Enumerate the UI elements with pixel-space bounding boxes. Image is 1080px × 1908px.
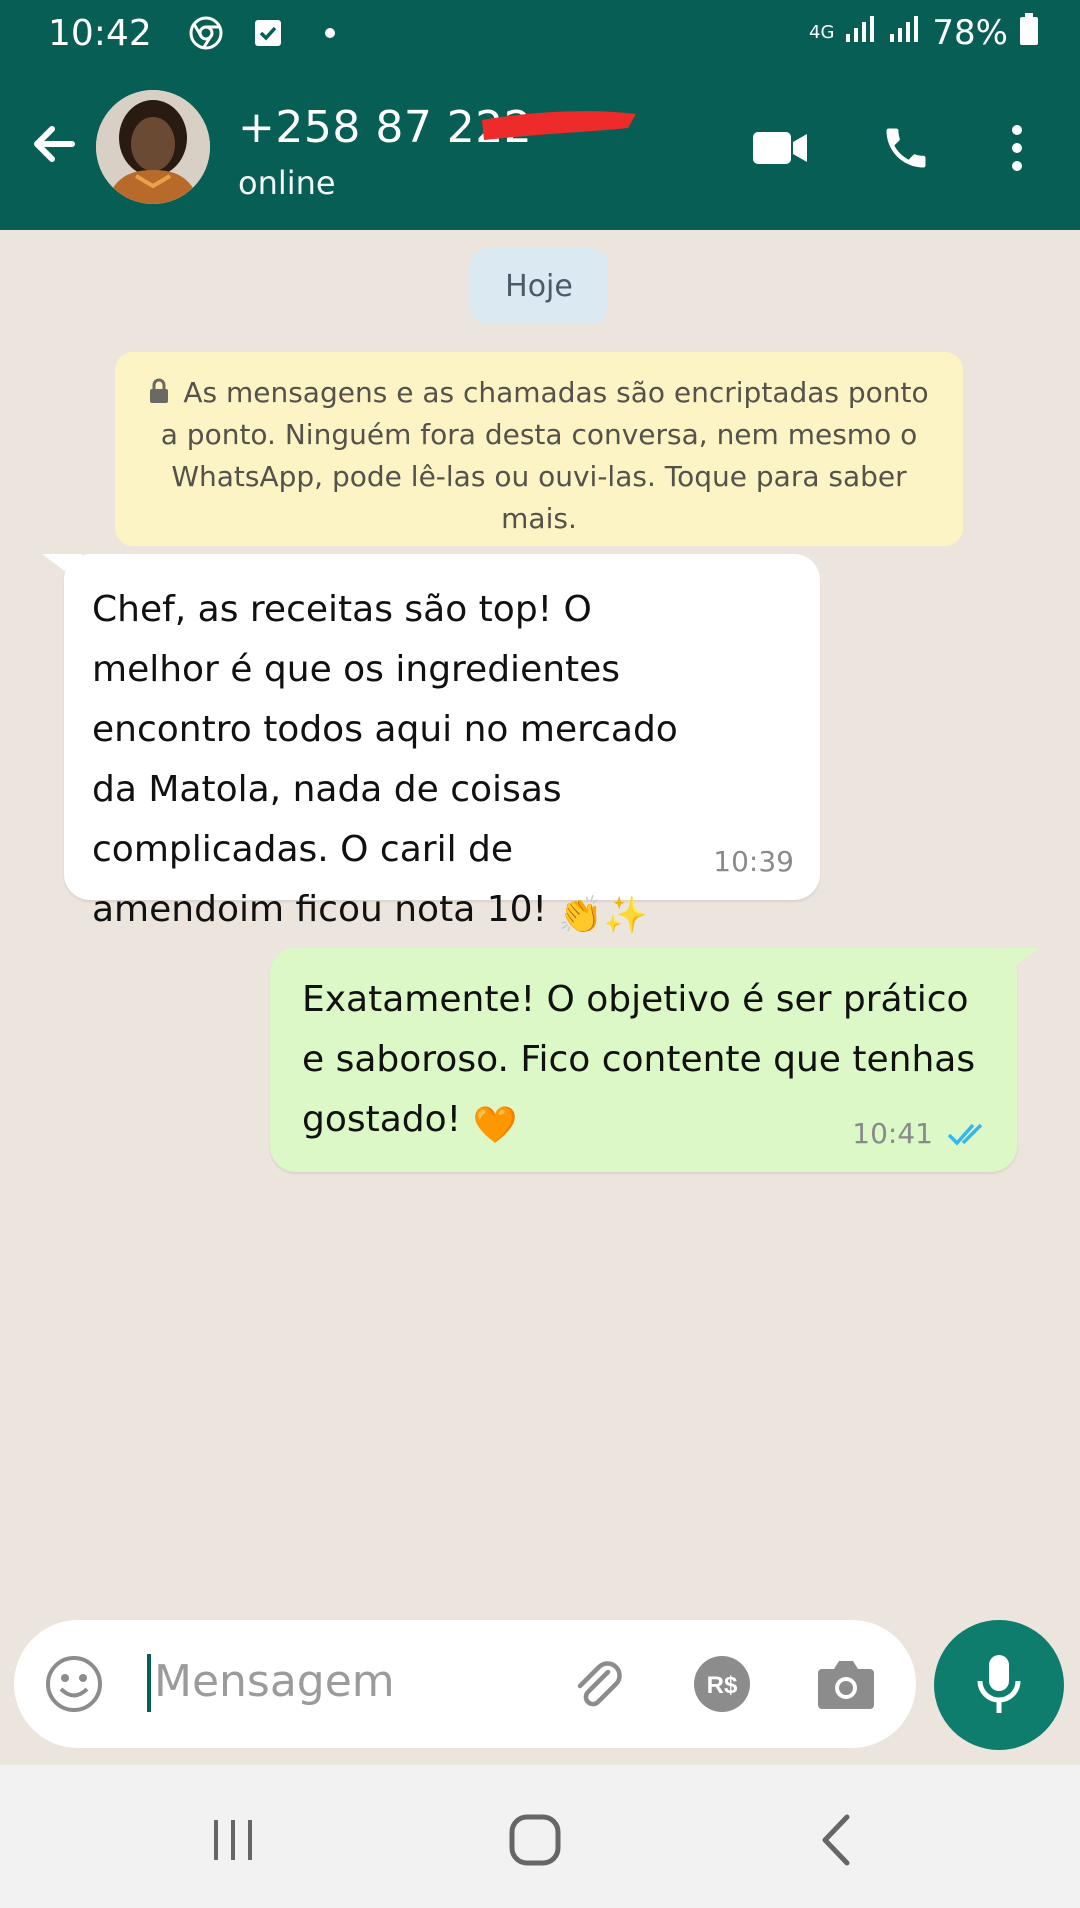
battery-icon [1018, 12, 1040, 55]
chat-area[interactable]: Hoje As mensagens e as chamadas são encr… [0, 230, 1080, 1765]
signal-icon-2 [888, 13, 922, 53]
redaction-scribble [482, 111, 636, 140]
phone-icon [886, 128, 926, 168]
home-button[interactable] [500, 1805, 570, 1875]
home-icon [509, 1814, 561, 1866]
message-meta: 10:39 [713, 845, 794, 878]
back-button[interactable] [26, 116, 82, 172]
voice-call-button[interactable] [874, 116, 938, 180]
system-nav-bar [0, 1765, 1080, 1908]
message-text: Chef, as receitas são top! O melhor é qu… [92, 589, 678, 930]
message-time: 10:41 [852, 1117, 933, 1150]
message-time: 10:39 [713, 845, 794, 878]
encryption-notice[interactable]: As mensagens e as chamadas são encriptad… [115, 352, 963, 546]
back-arrow-icon [34, 126, 75, 162]
outgoing-message[interactable]: Exatamente! O objetivo é ser prático e s… [270, 948, 1039, 1172]
camera-button[interactable] [814, 1652, 878, 1716]
emoji-button[interactable] [42, 1652, 106, 1716]
contact-status: online [238, 164, 336, 202]
status-time: 10:42 [48, 12, 152, 54]
camera-icon [818, 1661, 874, 1709]
message-text: Exatamente! O objetivo é ser prático e s… [302, 979, 976, 1140]
message-composer: Mensagem R$ [14, 1620, 916, 1748]
chrome-icon [188, 15, 224, 51]
contact-avatar[interactable] [96, 90, 210, 204]
bubble-tail [999, 948, 1039, 978]
microphone-icon [977, 1655, 1021, 1713]
date-chip: Hoje [470, 248, 608, 324]
text-caret [147, 1654, 151, 1712]
bubble-tail [42, 554, 82, 584]
lock-icon [150, 378, 169, 403]
chevron-left-icon [822, 1814, 850, 1866]
encryption-notice-text: As mensagens e as chamadas são encriptad… [160, 376, 929, 535]
video-camera-icon [753, 132, 807, 164]
system-back-button[interactable] [802, 1805, 872, 1875]
voice-record-button[interactable] [934, 1620, 1064, 1750]
message-meta: 10:41 [852, 1117, 991, 1150]
svg-text:R$: R$ [707, 1672, 738, 1699]
attach-button[interactable] [566, 1652, 630, 1716]
recent-apps-icon [214, 1820, 252, 1860]
signal-icon [844, 13, 878, 53]
network-type-icon: 4G [809, 22, 835, 43]
message-emoji: 👏✨ [558, 895, 649, 936]
message-input[interactable]: Mensagem [154, 1656, 395, 1707]
video-call-button[interactable] [748, 116, 812, 180]
chat-header: +258 87 222 online [0, 66, 1080, 230]
battery-percent: 78% [932, 13, 1008, 53]
dot-icon [312, 15, 348, 51]
more-options-button[interactable] [985, 116, 1049, 180]
more-vert-icon [1012, 125, 1022, 171]
message-text-wrap: Chef, as receitas são top! O melhor é qu… [92, 580, 700, 946]
checkbox-notification-icon [250, 15, 286, 51]
recent-apps-button[interactable] [198, 1805, 268, 1875]
double-check-read-icon [947, 1123, 983, 1146]
paperclip-icon [577, 1661, 622, 1707]
payment-currency-icon: R$ [694, 1656, 750, 1712]
payment-button[interactable]: R$ [690, 1652, 754, 1716]
status-bar: 10:42 4G 78% [0, 0, 1080, 66]
smiley-icon [46, 1656, 102, 1712]
message-emoji: 🧡 [472, 1105, 518, 1146]
incoming-message[interactable]: Chef, as receitas são top! O melhor é qu… [42, 554, 820, 936]
